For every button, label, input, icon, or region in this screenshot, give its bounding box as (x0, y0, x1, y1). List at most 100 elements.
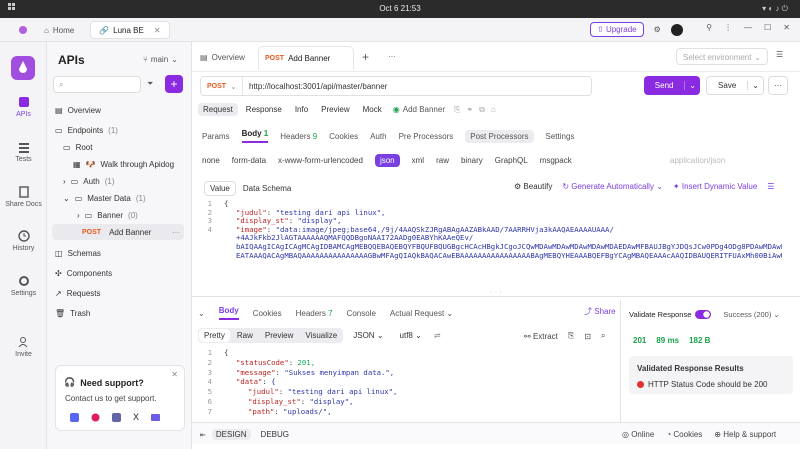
close-tab-icon[interactable]: ✕ (154, 26, 161, 35)
tab-pre-processors[interactable]: Pre Processors (399, 132, 454, 141)
teams-icon[interactable] (112, 412, 121, 422)
request-more-button[interactable]: ··· (768, 76, 788, 95)
more-vertical-icon[interactable]: ⋮ (724, 23, 732, 32)
more-horizontal-icon[interactable]: ··· (172, 228, 180, 237)
tree-trash[interactable]: 🗑 Trash (47, 305, 192, 321)
response-tab-console[interactable]: Console (347, 309, 376, 318)
rail-apis[interactable]: APIs (0, 96, 47, 118)
response-tab-actual[interactable]: Actual Request ⌄ (390, 309, 453, 318)
response-tab-cookies[interactable]: Cookies (253, 309, 282, 318)
body-type-none[interactable]: none (202, 156, 220, 165)
data-schema-tab[interactable]: Data Schema (238, 182, 296, 195)
body-type-graphql[interactable]: GraphQL (495, 156, 528, 165)
search-response-icon[interactable]: ⌕ (601, 331, 605, 341)
tree-overview[interactable]: ▤ Overview (47, 102, 192, 118)
project-tab[interactable]: 🔗 Luna BE ✕ (90, 21, 170, 39)
rail-tests[interactable]: Tests (0, 141, 47, 163)
tree-requests[interactable]: ↗ Requests (47, 285, 192, 301)
format-raw[interactable]: Raw (232, 329, 258, 342)
tree-root[interactable]: ▭ Root (47, 139, 192, 155)
avatar[interactable] (670, 23, 683, 36)
tab-cookies[interactable]: Cookies (329, 132, 358, 141)
tab-body[interactable]: Body 1 (241, 129, 269, 143)
home-tab[interactable]: ⌂ Home (36, 21, 82, 39)
environment-menu-icon[interactable]: ☰ (776, 50, 783, 59)
url-input[interactable]: http://localhost:3001/api/master/banner (243, 82, 387, 91)
request-body-editor[interactable]: 1{2 "judul": "testing dari api linux", 3 "d… (192, 200, 782, 289)
tree-auth[interactable]: › ▭ Auth (1) (47, 173, 192, 189)
rail-invite[interactable]: Invite (0, 336, 47, 358)
tree-endpoints[interactable]: ▭ Endpoints (1) (47, 122, 192, 138)
body-type-json[interactable]: json (374, 154, 400, 167)
generate-automatically-button[interactable]: ↻ Generate Automatically ⌄ (562, 182, 663, 191)
wrap-icon[interactable]: ⇌ (434, 331, 441, 340)
sidebar-search-input[interactable]: ⌕ (53, 76, 141, 93)
validate-toggle[interactable] (695, 310, 712, 319)
subtab-response[interactable]: Response (241, 103, 287, 116)
splitter-handle[interactable]: · · · (192, 289, 800, 297)
subtab-preview[interactable]: Preview (316, 103, 354, 116)
x-twitter-icon[interactable]: X (133, 412, 139, 422)
save-button[interactable]: Save ⌄ (706, 76, 764, 95)
pin-icon[interactable]: ⚲ (706, 23, 712, 32)
rail-share-docs[interactable]: Share Docs (0, 186, 47, 208)
format-preview[interactable]: Preview (260, 329, 298, 342)
body-type-xml[interactable]: xml (412, 156, 424, 165)
tree-add-banner[interactable]: POST Add Banner ··· (52, 224, 184, 240)
value-tab[interactable]: Value (204, 181, 236, 196)
body-type-urlencoded[interactable]: x-www-form-urlencoded (278, 156, 363, 165)
success-status-select[interactable]: Success (200) ⌄ (723, 310, 779, 319)
upgrade-button[interactable]: ⇧ Upgrade (590, 22, 644, 37)
response-tab-body[interactable]: Body (218, 306, 239, 320)
response-tab-headers[interactable]: Headers 7 (296, 309, 333, 318)
filter-icon[interactable]: ⏷ (147, 79, 153, 89)
system-tray-icons[interactable]: ▾ ◐ ♪ ⏻ (762, 4, 788, 14)
rail-settings[interactable]: Settings (0, 275, 47, 297)
collapse-sidebar-icon[interactable]: ⇤ (200, 431, 206, 439)
save-response-icon[interactable]: ⊡ (584, 332, 591, 341)
tab-headers[interactable]: Headers 9 (280, 132, 317, 141)
online-status[interactable]: ◎ Online (622, 430, 654, 439)
method-select[interactable]: POST ⌄ (201, 77, 243, 95)
tree-components[interactable]: ✣ Components (47, 265, 192, 281)
add-item-button[interactable]: + (165, 75, 183, 93)
discord-icon[interactable] (70, 412, 79, 422)
branch-selector[interactable]: ⑂ main ⌄ (143, 55, 178, 64)
response-body-viewer[interactable]: 1{2 "statusCode": 201, 3 "message": "Sukses… (192, 348, 612, 420)
collapse-response-icon[interactable]: ⌄ (198, 309, 205, 318)
design-mode-button[interactable]: DESIGN (211, 429, 251, 440)
subtab-mock[interactable]: Mock (358, 103, 387, 116)
beautify-button[interactable]: ⚙ Beautify (514, 182, 552, 191)
close-support-icon[interactable]: ✕ (171, 370, 178, 379)
tree-master-data[interactable]: ⌄ ▭ Master Data (1) (47, 190, 192, 206)
overview-tab[interactable]: ▤ Overview (200, 53, 245, 62)
active-request-tab[interactable]: POST Add Banner (258, 46, 354, 70)
help-support-button[interactable]: ⊕ Help & support (714, 430, 776, 439)
debug-mode-button[interactable]: DEBUG (257, 429, 293, 440)
format-json-select[interactable]: JSON ⌄ (353, 331, 383, 340)
subtab-request[interactable]: Request (198, 103, 238, 116)
tree-banner[interactable]: › ▭ Banner (0) (47, 207, 192, 223)
extract-button[interactable]: ⚯ Extract (524, 332, 558, 341)
endpoint-actions-icons[interactable]: ⎘⚭⧉⌂ (454, 105, 502, 115)
tabs-more-icon[interactable]: ··· (388, 52, 396, 61)
tree-schemas[interactable]: ◫ Schemas (47, 245, 192, 261)
tab-auth[interactable]: Auth (370, 132, 386, 141)
window-close-icon[interactable]: ✕ (783, 23, 790, 32)
slack-icon[interactable] (91, 413, 100, 422)
format-pretty[interactable]: Pretty (199, 329, 230, 342)
body-type-form-data[interactable]: form-data (232, 156, 266, 165)
format-visualize[interactable]: Visualize (300, 329, 342, 342)
tab-params[interactable]: Params (202, 132, 230, 141)
tab-settings[interactable]: Settings (546, 132, 575, 141)
chevron-down-icon[interactable]: ⌄ (684, 81, 700, 90)
chevron-down-icon[interactable]: ⌄ (747, 81, 763, 90)
rail-history[interactable]: History (0, 230, 47, 252)
settings-gear-icon[interactable]: ⚙ (654, 25, 661, 34)
environment-select[interactable]: Select environment ⌄ (676, 48, 768, 65)
maximize-icon[interactable]: ☐ (764, 23, 771, 32)
body-type-raw[interactable]: raw (436, 156, 449, 165)
minimize-icon[interactable]: — (744, 23, 752, 32)
send-button[interactable]: Send ⌄ (644, 76, 700, 95)
cookies-button[interactable]: ◔ Cookies (666, 430, 702, 439)
